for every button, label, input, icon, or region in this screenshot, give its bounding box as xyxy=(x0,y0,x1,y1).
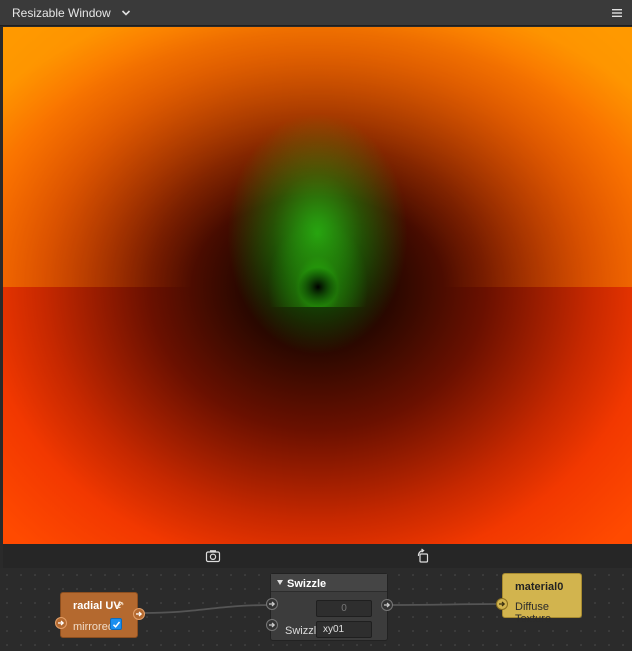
radial-uv-node[interactable]: radial UV mirrored xyxy=(60,592,138,638)
swizzle-output-pin[interactable] xyxy=(381,599,393,611)
swizzle-value-field[interactable]: xy01 xyxy=(316,621,372,638)
viewport-toolbar xyxy=(3,544,632,568)
swizzle-node[interactable]: Swizzle 0 Swizzle xy01 xyxy=(270,573,388,641)
radial-uv-node-title: radial UV xyxy=(73,600,121,612)
swizzle-node-header[interactable]: Swizzle xyxy=(271,574,387,592)
swizzle-input-pin[interactable] xyxy=(266,598,278,610)
hamburger-menu-icon[interactable] xyxy=(610,6,624,20)
radial-uv-mirrored-label: mirrored xyxy=(73,621,114,633)
rotate-view-icon[interactable] xyxy=(415,548,431,564)
radial-uv-output-pin[interactable] xyxy=(133,608,145,620)
window-title: Resizable Window xyxy=(12,5,111,20)
diffuse-texture-label: Diffuse Texture xyxy=(515,601,552,625)
window-titlebar: Resizable Window xyxy=(0,0,632,26)
swizzle-param-pin[interactable] xyxy=(266,619,278,631)
swizzle-node-title: Swizzle xyxy=(287,578,327,590)
radial-uv-input-pin[interactable] xyxy=(55,617,67,629)
chevron-down-icon[interactable] xyxy=(119,6,133,20)
link-icon xyxy=(116,600,124,608)
camera-screenshot-icon[interactable] xyxy=(205,548,221,564)
collapse-triangle-icon[interactable] xyxy=(277,580,283,585)
viewport-center xyxy=(298,267,338,307)
node-graph-editor[interactable]: radial UV mirrored Swizzle 0 Swizzle xy0… xyxy=(0,568,632,651)
mirrored-checkbox[interactable] xyxy=(110,618,122,630)
render-viewport[interactable] xyxy=(3,27,632,544)
material-node-title: material0 xyxy=(515,581,564,593)
diffuse-texture-input-pin[interactable] xyxy=(496,598,508,610)
material-node[interactable]: material0 Diffuse Texture xyxy=(502,573,582,625)
swizzle-input-field[interactable]: 0 xyxy=(316,600,372,617)
